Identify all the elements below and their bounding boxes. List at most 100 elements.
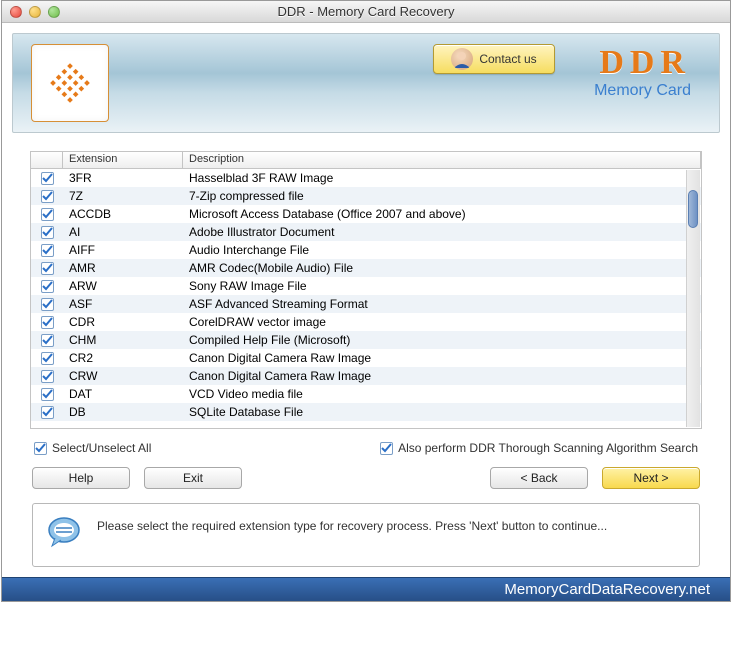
row-description: CorelDRAW vector image	[183, 315, 701, 329]
app-logo	[31, 44, 109, 122]
row-checkbox-cell[interactable]	[31, 297, 63, 311]
row-extension: DAT	[63, 387, 183, 401]
row-checkbox-cell[interactable]	[31, 171, 63, 185]
scrollbar-track[interactable]	[686, 170, 700, 427]
table-row[interactable]: AMRAMR Codec(Mobile Audio) File	[31, 259, 701, 277]
row-extension: DB	[63, 405, 183, 419]
column-extension[interactable]: Extension	[63, 152, 183, 168]
row-checkbox[interactable]	[41, 208, 54, 221]
row-description: Compiled Help File (Microsoft)	[183, 333, 701, 347]
row-description: Audio Interchange File	[183, 243, 701, 257]
row-description: SQLite Database File	[183, 405, 701, 419]
contact-avatar-icon	[451, 48, 473, 70]
next-button[interactable]: Next >	[602, 467, 700, 489]
row-checkbox-cell[interactable]	[31, 189, 63, 203]
row-checkbox-cell[interactable]	[31, 351, 63, 365]
row-extension: ACCDB	[63, 207, 183, 221]
row-description: 7-Zip compressed file	[183, 189, 701, 203]
row-checkbox[interactable]	[41, 190, 54, 203]
select-all-option[interactable]: Select/Unselect All	[34, 441, 151, 455]
window-title: DDR - Memory Card Recovery	[2, 4, 730, 19]
select-all-checkbox[interactable]	[34, 442, 47, 455]
thorough-scan-option[interactable]: Also perform DDR Thorough Scanning Algor…	[380, 441, 698, 455]
row-checkbox-cell[interactable]	[31, 387, 63, 401]
row-checkbox[interactable]	[41, 406, 54, 419]
column-checkbox[interactable]	[31, 152, 63, 168]
row-checkbox-cell[interactable]	[31, 279, 63, 293]
row-description: Canon Digital Camera Raw Image	[183, 351, 701, 365]
back-button[interactable]: < Back	[490, 467, 588, 489]
table-row[interactable]: 7Z7-Zip compressed file	[31, 187, 701, 205]
row-checkbox[interactable]	[41, 172, 54, 185]
footer-url: MemoryCardDataRecovery.net	[504, 581, 710, 598]
contact-us-label: Contact us	[479, 52, 536, 66]
row-checkbox[interactable]	[41, 370, 54, 383]
row-checkbox[interactable]	[41, 352, 54, 365]
thorough-scan-checkbox[interactable]	[380, 442, 393, 455]
table-row[interactable]: AIAdobe Illustrator Document	[31, 223, 701, 241]
row-checkbox[interactable]	[41, 262, 54, 275]
select-all-label: Select/Unselect All	[52, 441, 151, 455]
row-description: VCD Video media file	[183, 387, 701, 401]
thorough-scan-label: Also perform DDR Thorough Scanning Algor…	[398, 441, 698, 455]
table-row[interactable]: CDRCorelDRAW vector image	[31, 313, 701, 331]
table-row[interactable]: DATVCD Video media file	[31, 385, 701, 403]
table-row[interactable]: CR2Canon Digital Camera Raw Image	[31, 349, 701, 367]
row-checkbox[interactable]	[41, 316, 54, 329]
row-checkbox-cell[interactable]	[31, 207, 63, 221]
row-checkbox-cell[interactable]	[31, 243, 63, 257]
brand-sub: Memory Card	[594, 82, 691, 100]
info-text: Please select the required extension typ…	[97, 516, 607, 536]
scrollbar-thumb[interactable]	[688, 190, 698, 228]
row-checkbox-cell[interactable]	[31, 333, 63, 347]
row-extension: 7Z	[63, 189, 183, 203]
row-extension: CRW	[63, 369, 183, 383]
table-row[interactable]: CHMCompiled Help File (Microsoft)	[31, 331, 701, 349]
extension-table: Extension Description 3FRHasselblad 3F R…	[30, 151, 702, 429]
window-frame: DDR - Memory Card Recovery	[1, 0, 731, 602]
content-area: Extension Description 3FRHasselblad 3F R…	[2, 133, 730, 577]
table-row[interactable]: ARWSony RAW Image File	[31, 277, 701, 295]
column-description[interactable]: Description	[183, 152, 701, 168]
row-extension: 3FR	[63, 171, 183, 185]
row-extension: CHM	[63, 333, 183, 347]
table-row[interactable]: 3FRHasselblad 3F RAW Image	[31, 169, 701, 187]
row-checkbox[interactable]	[41, 298, 54, 311]
header-banner: Contact us DDR Memory Card	[12, 33, 720, 133]
footer-bar: MemoryCardDataRecovery.net	[2, 577, 730, 601]
row-checkbox[interactable]	[41, 280, 54, 293]
row-description: AMR Codec(Mobile Audio) File	[183, 261, 701, 275]
row-checkbox-cell[interactable]	[31, 369, 63, 383]
brand-main: DDR	[594, 44, 691, 82]
row-extension: AMR	[63, 261, 183, 275]
row-checkbox[interactable]	[41, 244, 54, 257]
row-checkbox[interactable]	[41, 226, 54, 239]
table-row[interactable]: ASFASF Advanced Streaming Format	[31, 295, 701, 313]
row-description: Adobe Illustrator Document	[183, 225, 701, 239]
help-button[interactable]: Help	[32, 467, 130, 489]
row-checkbox-cell[interactable]	[31, 225, 63, 239]
row-checkbox[interactable]	[41, 334, 54, 347]
button-row: Help Exit < Back Next >	[32, 467, 700, 489]
row-checkbox-cell[interactable]	[31, 405, 63, 419]
row-description: ASF Advanced Streaming Format	[183, 297, 701, 311]
row-extension: AIFF	[63, 243, 183, 257]
exit-button[interactable]: Exit	[144, 467, 242, 489]
row-checkbox[interactable]	[41, 388, 54, 401]
contact-us-button[interactable]: Contact us	[433, 44, 555, 74]
info-bubble-icon	[47, 516, 81, 550]
table-row[interactable]: AIFFAudio Interchange File	[31, 241, 701, 259]
row-checkbox-cell[interactable]	[31, 315, 63, 329]
brand-block: DDR Memory Card	[594, 44, 691, 100]
table-body[interactable]: 3FRHasselblad 3F RAW Image7Z7-Zip compre…	[31, 169, 701, 429]
table-row[interactable]: DBSQLite Database File	[31, 403, 701, 421]
row-extension: CR2	[63, 351, 183, 365]
table-row[interactable]: CRWCanon Digital Camera Raw Image	[31, 367, 701, 385]
row-extension: ASF	[63, 297, 183, 311]
table-row[interactable]: ACCDBMicrosoft Access Database (Office 2…	[31, 205, 701, 223]
logo-pattern-icon	[48, 61, 92, 105]
row-description: Microsoft Access Database (Office 2007 a…	[183, 207, 701, 221]
titlebar: DDR - Memory Card Recovery	[2, 1, 730, 23]
row-description: Hasselblad 3F RAW Image	[183, 171, 701, 185]
row-checkbox-cell[interactable]	[31, 261, 63, 275]
